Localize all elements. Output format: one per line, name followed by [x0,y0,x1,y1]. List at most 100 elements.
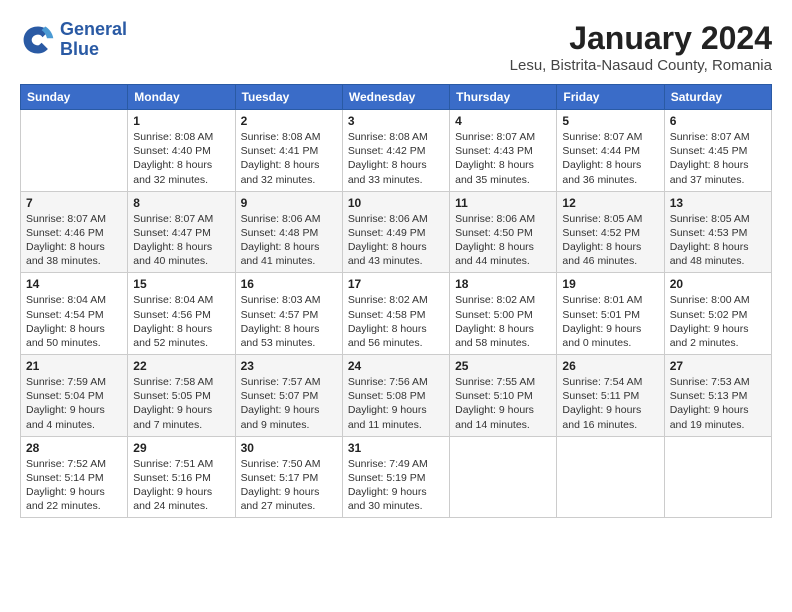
day-number: 24 [348,359,444,373]
calendar-cell [21,110,128,192]
calendar-cell: 30 Sunrise: 7:50 AM Sunset: 5:17 PM Dayli… [235,436,342,518]
day-info: Sunrise: 7:58 AM Sunset: 5:05 PM Dayligh… [133,375,229,432]
calendar-cell: 14 Sunrise: 8:04 AM Sunset: 4:54 PM Dayli… [21,273,128,355]
day-info: Sunrise: 7:54 AM Sunset: 5:11 PM Dayligh… [562,375,658,432]
calendar-cell: 18 Sunrise: 8:02 AM Sunset: 5:00 PM Dayli… [450,273,557,355]
calendar-cell: 11Sunrise: 8:06 AM Sunset: 4:50 PM Dayli… [450,191,557,273]
day-info: Sunrise: 7:57 AM Sunset: 5:07 PM Dayligh… [241,375,337,432]
calendar-week-row: 7 Sunrise: 8:07 AM Sunset: 4:46 PM Daylig… [21,191,772,273]
day-info: Sunrise: 7:52 AM Sunset: 5:14 PM Dayligh… [26,457,122,514]
calendar-header-row: SundayMondayTuesdayWednesdayThursdayFrid… [21,85,772,110]
calendar-cell [664,436,771,518]
day-info: Sunrise: 8:01 AM Sunset: 5:01 PM Dayligh… [562,293,658,350]
day-info: Sunrise: 8:00 AM Sunset: 5:02 PM Dayligh… [670,293,766,350]
calendar-cell: 2Sunrise: 8:08 AM Sunset: 4:41 PM Daylig… [235,110,342,192]
weekday-header: Wednesday [342,85,449,110]
calendar-cell: 22 Sunrise: 7:58 AM Sunset: 5:05 PM Dayli… [128,355,235,437]
day-info: Sunrise: 7:55 AM Sunset: 5:10 PM Dayligh… [455,375,551,432]
calendar-week-row: 28 Sunrise: 7:52 AM Sunset: 5:14 PM Dayli… [21,436,772,518]
header: General Blue January 2024 Lesu, Bistrita… [20,20,772,74]
calendar-table: SundayMondayTuesdayWednesdayThursdayFrid… [20,84,772,518]
weekday-header: Friday [557,85,664,110]
day-number: 19 [562,277,658,291]
calendar-cell: 21Sunrise: 7:59 AM Sunset: 5:04 PM Dayli… [21,355,128,437]
day-info: Sunrise: 8:08 AM Sunset: 4:42 PM Dayligh… [348,130,444,187]
day-number: 29 [133,441,229,455]
day-number: 1 [133,114,229,128]
weekday-header: Monday [128,85,235,110]
day-number: 7 [26,196,122,210]
calendar-cell: 23 Sunrise: 7:57 AM Sunset: 5:07 PM Dayli… [235,355,342,437]
page-subtitle: Lesu, Bistrita-Nasaud County, Romania [510,57,772,74]
day-info: Sunrise: 8:05 AM Sunset: 4:53 PM Dayligh… [670,212,766,269]
day-number: 6 [670,114,766,128]
calendar-cell: 27Sunrise: 7:53 AM Sunset: 5:13 PM Dayli… [664,355,771,437]
day-number: 23 [241,359,337,373]
day-info: Sunrise: 8:07 AM Sunset: 4:43 PM Dayligh… [455,130,551,187]
day-number: 12 [562,196,658,210]
calendar-cell: 4 Sunrise: 8:07 AM Sunset: 4:43 PM Daylig… [450,110,557,192]
day-info: Sunrise: 8:04 AM Sunset: 4:56 PM Dayligh… [133,293,229,350]
logo-text: General Blue [60,20,127,60]
day-number: 28 [26,441,122,455]
day-info: Sunrise: 7:50 AM Sunset: 5:17 PM Dayligh… [241,457,337,514]
day-number: 5 [562,114,658,128]
calendar-cell [557,436,664,518]
calendar-cell: 6 Sunrise: 8:07 AM Sunset: 4:45 PM Daylig… [664,110,771,192]
title-block: January 2024 Lesu, Bistrita-Nasaud Count… [510,20,772,74]
logo-icon [20,22,56,58]
weekday-header: Tuesday [235,85,342,110]
day-number: 14 [26,277,122,291]
page-title: January 2024 [510,20,772,57]
day-number: 11 [455,196,551,210]
calendar-cell: 12 Sunrise: 8:05 AM Sunset: 4:52 PM Dayli… [557,191,664,273]
day-info: Sunrise: 8:03 AM Sunset: 4:57 PM Dayligh… [241,293,337,350]
day-number: 26 [562,359,658,373]
day-number: 30 [241,441,337,455]
day-number: 2 [241,114,337,128]
calendar-cell: 25 Sunrise: 7:55 AM Sunset: 5:10 PM Dayli… [450,355,557,437]
day-info: Sunrise: 7:51 AM Sunset: 5:16 PM Dayligh… [133,457,229,514]
day-info: Sunrise: 8:07 AM Sunset: 4:47 PM Dayligh… [133,212,229,269]
day-info: Sunrise: 8:07 AM Sunset: 4:44 PM Dayligh… [562,130,658,187]
day-info: Sunrise: 8:06 AM Sunset: 4:49 PM Dayligh… [348,212,444,269]
calendar-cell [450,436,557,518]
day-info: Sunrise: 8:02 AM Sunset: 4:58 PM Dayligh… [348,293,444,350]
logo-general: General [60,20,127,40]
day-number: 4 [455,114,551,128]
day-info: Sunrise: 8:04 AM Sunset: 4:54 PM Dayligh… [26,293,122,350]
weekday-header: Saturday [664,85,771,110]
calendar-week-row: 1Sunrise: 8:08 AM Sunset: 4:40 PM Daylig… [21,110,772,192]
day-info: Sunrise: 8:06 AM Sunset: 4:48 PM Dayligh… [241,212,337,269]
calendar-cell: 7 Sunrise: 8:07 AM Sunset: 4:46 PM Daylig… [21,191,128,273]
calendar-cell: 1Sunrise: 8:08 AM Sunset: 4:40 PM Daylig… [128,110,235,192]
day-number: 10 [348,196,444,210]
calendar-cell: 19 Sunrise: 8:01 AM Sunset: 5:01 PM Dayli… [557,273,664,355]
day-info: Sunrise: 8:07 AM Sunset: 4:46 PM Dayligh… [26,212,122,269]
weekday-header: Thursday [450,85,557,110]
day-info: Sunrise: 7:49 AM Sunset: 5:19 PM Dayligh… [348,457,444,514]
calendar-cell: 26 Sunrise: 7:54 AM Sunset: 5:11 PM Dayli… [557,355,664,437]
calendar-cell: 8Sunrise: 8:07 AM Sunset: 4:47 PM Daylig… [128,191,235,273]
calendar-cell: 29 Sunrise: 7:51 AM Sunset: 5:16 PM Dayli… [128,436,235,518]
day-number: 25 [455,359,551,373]
page-container: General Blue January 2024 Lesu, Bistrita… [20,20,772,518]
calendar-cell: 24Sunrise: 7:56 AM Sunset: 5:08 PM Dayli… [342,355,449,437]
calendar-week-row: 14 Sunrise: 8:04 AM Sunset: 4:54 PM Dayli… [21,273,772,355]
day-number: 9 [241,196,337,210]
day-number: 18 [455,277,551,291]
day-number: 15 [133,277,229,291]
calendar-cell: 3 Sunrise: 8:08 AM Sunset: 4:42 PM Daylig… [342,110,449,192]
calendar-cell: 13Sunrise: 8:05 AM Sunset: 4:53 PM Dayli… [664,191,771,273]
day-info: Sunrise: 8:05 AM Sunset: 4:52 PM Dayligh… [562,212,658,269]
calendar-cell: 10 Sunrise: 8:06 AM Sunset: 4:49 PM Dayli… [342,191,449,273]
day-number: 17 [348,277,444,291]
day-number: 3 [348,114,444,128]
logo: General Blue [20,20,127,60]
day-info: Sunrise: 8:07 AM Sunset: 4:45 PM Dayligh… [670,130,766,187]
day-info: Sunrise: 8:02 AM Sunset: 5:00 PM Dayligh… [455,293,551,350]
day-info: Sunrise: 7:59 AM Sunset: 5:04 PM Dayligh… [26,375,122,432]
calendar-cell: 20Sunrise: 8:00 AM Sunset: 5:02 PM Dayli… [664,273,771,355]
day-number: 22 [133,359,229,373]
calendar-cell: 5 Sunrise: 8:07 AM Sunset: 4:44 PM Daylig… [557,110,664,192]
